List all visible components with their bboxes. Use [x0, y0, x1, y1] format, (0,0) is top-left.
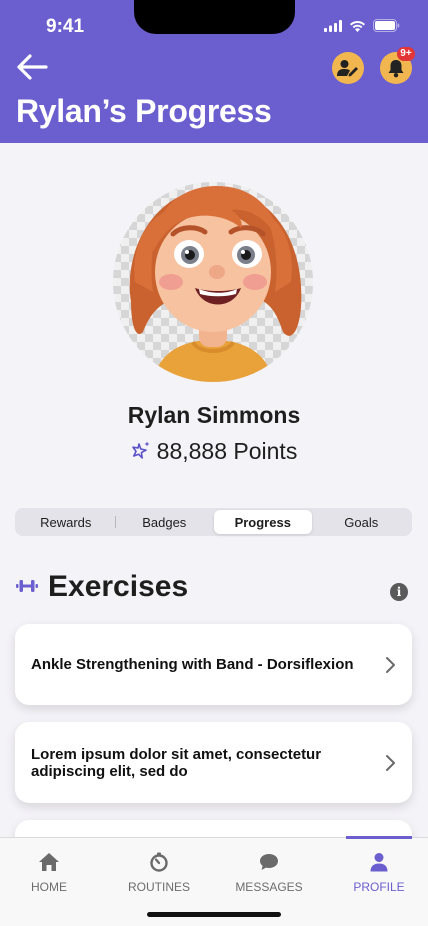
status-icons: [324, 17, 400, 36]
tabbar-routines[interactable]: ROUTINES: [119, 838, 199, 908]
wifi-icon: [349, 17, 366, 36]
tab-progress[interactable]: Progress: [214, 510, 312, 534]
chevron-right-icon: [386, 754, 395, 771]
exercise-title: Lorem ipsum dolor sit amet, consectetur …: [31, 745, 322, 780]
tabbar-label: ROUTINES: [127, 880, 190, 894]
person-icon: [370, 853, 388, 872]
notification-count-badge: 9+: [397, 47, 415, 61]
header: 9:41 9+ Rylan’s Progress: [0, 0, 428, 143]
tabbar-home[interactable]: HOME: [14, 838, 84, 908]
arrow-left-icon: [17, 54, 48, 80]
tabbar-label: HOME: [31, 880, 67, 894]
device-notch: [134, 0, 295, 34]
tabbar-messages[interactable]: MESSAGES: [229, 838, 309, 908]
profile-tabs: Rewards Badges Progress Goals: [15, 508, 412, 536]
section-title: Exercises: [48, 570, 189, 603]
back-button[interactable]: [14, 51, 50, 83]
status-time: 9:41: [46, 16, 85, 37]
info-icon[interactable]: i: [390, 583, 408, 601]
avatar: [113, 182, 313, 382]
exercise-title: Ankle Strengthening with Band - Dorsifle…: [31, 656, 354, 673]
exercises-header: Exercises: [16, 570, 188, 604]
tabbar-profile[interactable]: PROFILE: [344, 838, 414, 908]
tab-rewards[interactable]: Rewards: [17, 510, 115, 534]
tabbar-label: PROFILE: [353, 880, 405, 894]
edit-profile-button[interactable]: [332, 52, 364, 84]
signal-icon: [324, 17, 342, 36]
points-row: 88,888 Points: [0, 438, 428, 465]
person-edit-icon: [337, 60, 358, 77]
sparkle-star-icon: [131, 440, 151, 464]
bell-icon: [388, 59, 404, 77]
dumbbell-icon: [16, 578, 38, 597]
home-icon: [39, 853, 59, 871]
tabbar-label: MESSAGES: [235, 880, 303, 894]
tab-goals[interactable]: Goals: [313, 510, 411, 534]
exercise-card[interactable]: Ankle Strengthening with Band - Dorsifle…: [15, 624, 412, 705]
chevron-right-icon: [386, 656, 395, 673]
stopwatch-icon: [150, 852, 168, 872]
exercise-card[interactable]: Lorem ipsum dolor sit amet, consectetur …: [15, 722, 412, 803]
page-title: Rylan’s Progress: [16, 93, 272, 129]
home-indicator: [147, 912, 281, 917]
tab-badges[interactable]: Badges: [116, 510, 214, 534]
battery-icon: [373, 17, 400, 36]
screen: 9:41 9+ Rylan’s Progress Rylan Simmons 8…: [0, 0, 428, 926]
points-value: 88,888 Points: [156, 438, 298, 464]
user-name: Rylan Simmons: [127, 402, 301, 428]
chat-bubble-icon: [260, 854, 278, 870]
cartoon-avatar-image: [129, 186, 302, 382]
